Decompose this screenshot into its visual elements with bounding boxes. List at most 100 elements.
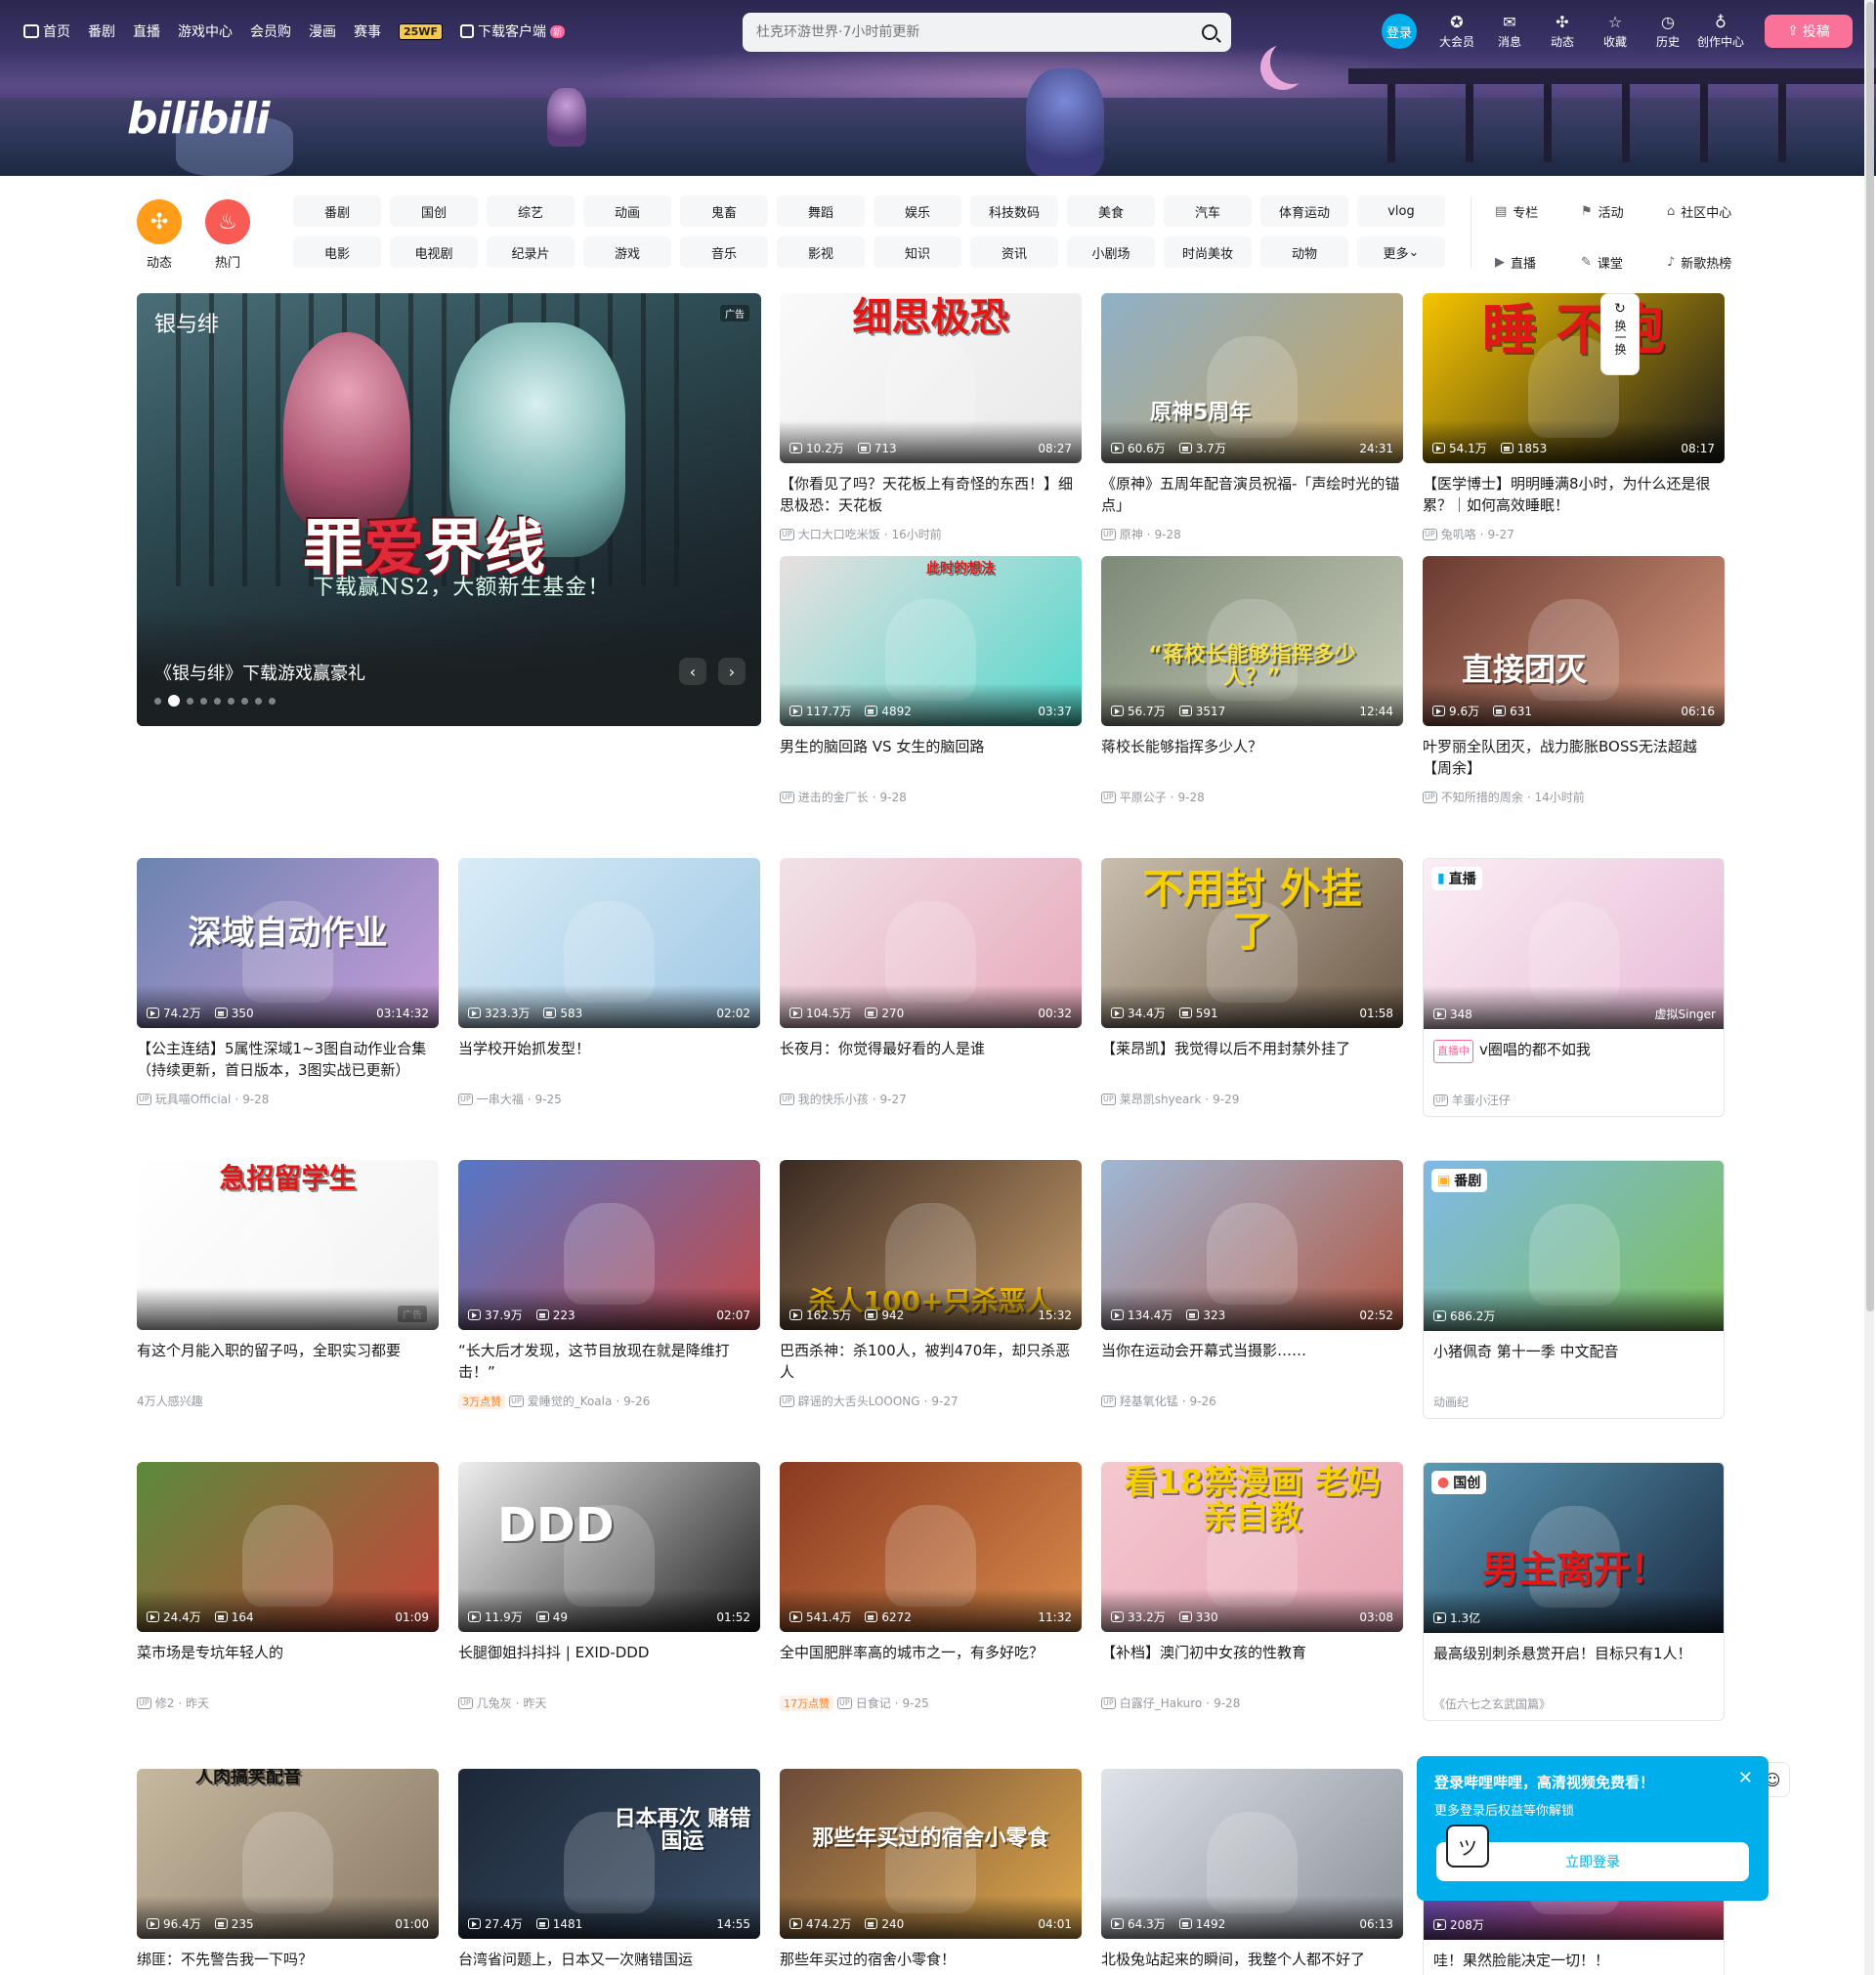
video-title[interactable]: 当你在运动会开幕式当摄影…… [1101,1340,1403,1383]
video-thumbnail[interactable]: 急招留学生广告 [137,1160,439,1330]
video-thumbnail[interactable]: 日本再次 赌错国运 27.4万 1481 14:55 [458,1769,760,1939]
video-title[interactable]: 长腿御姐抖抖抖 | EXID-DDD [458,1642,760,1685]
channel-tab[interactable]: 娱乐 [874,195,961,227]
video-title[interactable]: 最高级别刺杀悬赏开启！目标只有1人！ [1424,1643,1724,1686]
video-title[interactable]: 小猪佩奇 第十一季 中文配音 [1424,1341,1724,1384]
video-thumbnail[interactable]: 不用封 外挂了 34.4万 591 01:58 [1101,858,1403,1028]
promo-carousel[interactable]: 银与绯 广告 罪爱界线 下载赢NS2，大额新生基金！ 《银与绯》下载游戏赢豪礼 … [137,293,761,726]
channel-tab[interactable]: 电视剧 [390,236,478,268]
video-title[interactable]: 台湾省问题上，日本又一次赌错国运 [458,1949,760,1975]
nav-item-live[interactable]: 直播 [133,21,160,41]
video-thumbnail[interactable]: 看18禁漫画 老妈亲自教 33.2万 330 03:08 [1101,1462,1403,1632]
video-author[interactable]: 进击的金厂长 [798,789,869,805]
carousel-dot[interactable] [168,695,180,707]
video-title[interactable]: 北极兔站起来的瞬间，我整个人都不好了 [1101,1949,1403,1975]
close-icon[interactable]: ✕ [1738,1768,1753,1788]
video-thumbnail[interactable]: “蒋校长能够指挥多少人？” 56.7万 3517 12:44 [1101,556,1403,726]
nav-item-esports[interactable]: 赛事 [354,21,381,41]
channel-tab[interactable]: 综艺 [487,195,575,227]
side-link-activity[interactable]: ⚑ 活动 [1581,195,1667,227]
carousel-dot[interactable] [187,697,193,705]
video-title[interactable]: 【公主连结】5属性深域1~3图自动作业合集（持续更新，首日版本，3图实战已更新） [137,1038,439,1081]
video-thumbnail[interactable]: 24.4万 164 01:09 [137,1462,439,1632]
dynamic-round-button[interactable]: ✣ [137,199,182,244]
nav-vip[interactable]: ✪ 大会员 [1430,13,1483,50]
channel-tab[interactable]: 国创 [390,195,478,227]
bilibili-logo[interactable]: bilibili [127,94,270,144]
channel-tab[interactable]: 知识 [874,236,961,268]
nav-message[interactable]: ✉ 消息 [1483,13,1536,50]
channel-tab[interactable]: 音乐 [680,236,768,268]
side-link-live[interactable]: ▶ 直播 [1495,246,1581,278]
channel-tab[interactable]: 时尚美妆 [1164,236,1252,268]
video-title[interactable]: 绑匪：不先警告我一下吗？ [137,1949,439,1975]
nav-dynamic[interactable]: ✣ 动态 [1536,13,1589,50]
video-title[interactable]: 那些年买过的宿舍小零食！ [780,1949,1082,1975]
video-thumbnail[interactable]: 104.5万 270 00:32 [780,858,1082,1028]
video-title[interactable]: 有这个月能入职的留子吗，全职实习都要 [137,1340,439,1383]
nav-history[interactable]: ◷ 历史 [1642,13,1694,50]
channel-more-button[interactable]: 更多 ⌄ [1357,236,1445,268]
video-thumbnail[interactable]: 男主离开！ 1.3亿 ● 国创 [1424,1463,1724,1633]
video-title[interactable]: 【医学博士】明明睡满8小时，为什么还是很累？｜如何高效睡眠！ [1423,473,1725,516]
upload-button[interactable]: ⇪ 投稿 [1765,15,1853,48]
video-author[interactable]: 羟基氧化锰 [1120,1393,1178,1409]
video-author[interactable]: 《伍六七之玄武国篇》 [1433,1696,1551,1712]
nav-download-client[interactable]: 下载客户端 新 [459,21,565,41]
video-title[interactable]: “长大后才发现，这节目放现在就是降维打击！” [458,1340,760,1383]
refresh-button[interactable]: ↻ 换一换 [1600,293,1640,375]
channel-tab[interactable]: 游戏 [583,236,671,268]
video-title[interactable]: 菜市场是专坑年轻人的 [137,1642,439,1685]
video-thumbnail[interactable]: 64.3万 1492 06:13 [1101,1769,1403,1939]
video-thumbnail[interactable]: 541.4万 6272 11:32 [780,1462,1082,1632]
channel-tab[interactable]: 资讯 [970,236,1058,268]
video-thumbnail[interactable]: 深域自动作业 74.2万 350 03:14:32 [137,858,439,1028]
carousel-dot[interactable] [200,697,207,705]
carousel-dot[interactable] [241,697,248,705]
channel-tab[interactable]: 科技数码 [970,195,1058,227]
video-author[interactable]: 一串大福 [477,1091,524,1107]
channel-tab[interactable]: 番剧 [293,195,381,227]
channel-tab[interactable]: 电影 [293,236,381,268]
nav-item-shop[interactable]: 会员购 [250,21,291,41]
search-input[interactable] [756,24,1202,40]
video-thumbnail[interactable]: 此时的想法 117.7万 4892 03:37 [780,556,1082,726]
video-thumbnail[interactable]: 人肉搞笑配音 96.4万 235 01:00 [137,1769,439,1939]
side-link-column[interactable]: ▤ 专栏 [1495,195,1581,227]
carousel-prev-button[interactable]: ‹ [679,658,706,685]
video-title[interactable]: 直播中 v圈唱的都不如我 [1424,1039,1724,1082]
video-title[interactable]: 【补档】澳门初中女孩的性教育 [1101,1642,1403,1685]
channel-tab[interactable]: 动画 [583,195,671,227]
video-thumbnail[interactable]: DDD 11.9万 49 01:52 [458,1462,760,1632]
video-thumbnail[interactable]: 那些年买过的宿舍小零食 474.2万 240 04:01 [780,1769,1082,1939]
video-author[interactable]: 日食记 [856,1695,891,1711]
carousel-dot[interactable] [269,697,276,705]
video-thumbnail[interactable]: 直接团灭 9.6万 631 06:16 [1423,556,1725,726]
nav-item-manga[interactable]: 漫画 [309,21,336,41]
channel-tab[interactable]: 汽车 [1164,195,1252,227]
side-link-classroom[interactable]: ✎ 课堂 [1581,246,1667,278]
channel-tab[interactable]: 小剧场 [1067,236,1155,268]
video-title[interactable]: 《原神》五周年配音演员祝福-「声绘时光的锚点」 [1101,473,1403,516]
channel-tab[interactable]: 舞蹈 [777,195,865,227]
video-author[interactable]: 我的快乐小孩 [798,1091,869,1107]
channel-tab[interactable]: 纪录片 [487,236,575,268]
channel-tab[interactable]: 影视 [777,236,865,268]
video-thumbnail[interactable]: 37.9万 223 02:07 [458,1160,760,1330]
nav-item-game-center[interactable]: 游戏中心 [178,21,233,41]
video-author[interactable]: 爱睡觉的_Koala [528,1393,613,1409]
channel-tab[interactable]: 体育运动 [1260,195,1348,227]
carousel-next-button[interactable]: › [718,658,746,685]
video-title[interactable]: 全中国肥胖率高的城市之一，有多好吃？ [780,1642,1082,1685]
carousel-caption[interactable]: 《银与绯》下载游戏赢豪礼 [154,660,365,685]
channel-tab[interactable]: 动物 [1260,236,1348,268]
search-icon[interactable] [1202,24,1217,40]
video-thumbnail[interactable]: 原神5周年 60.6万 3.7万 24:31 [1101,293,1403,463]
channel-tab[interactable]: 鬼畜 [680,195,768,227]
carousel-dot[interactable] [255,697,262,705]
video-author[interactable]: 动画纪 [1433,1394,1469,1410]
carousel-dot[interactable] [214,697,221,705]
carousel-dot[interactable] [228,697,234,705]
video-author[interactable]: 羊蛋小汪仔 [1452,1092,1511,1108]
channel-tab[interactable]: vlog [1357,195,1445,227]
